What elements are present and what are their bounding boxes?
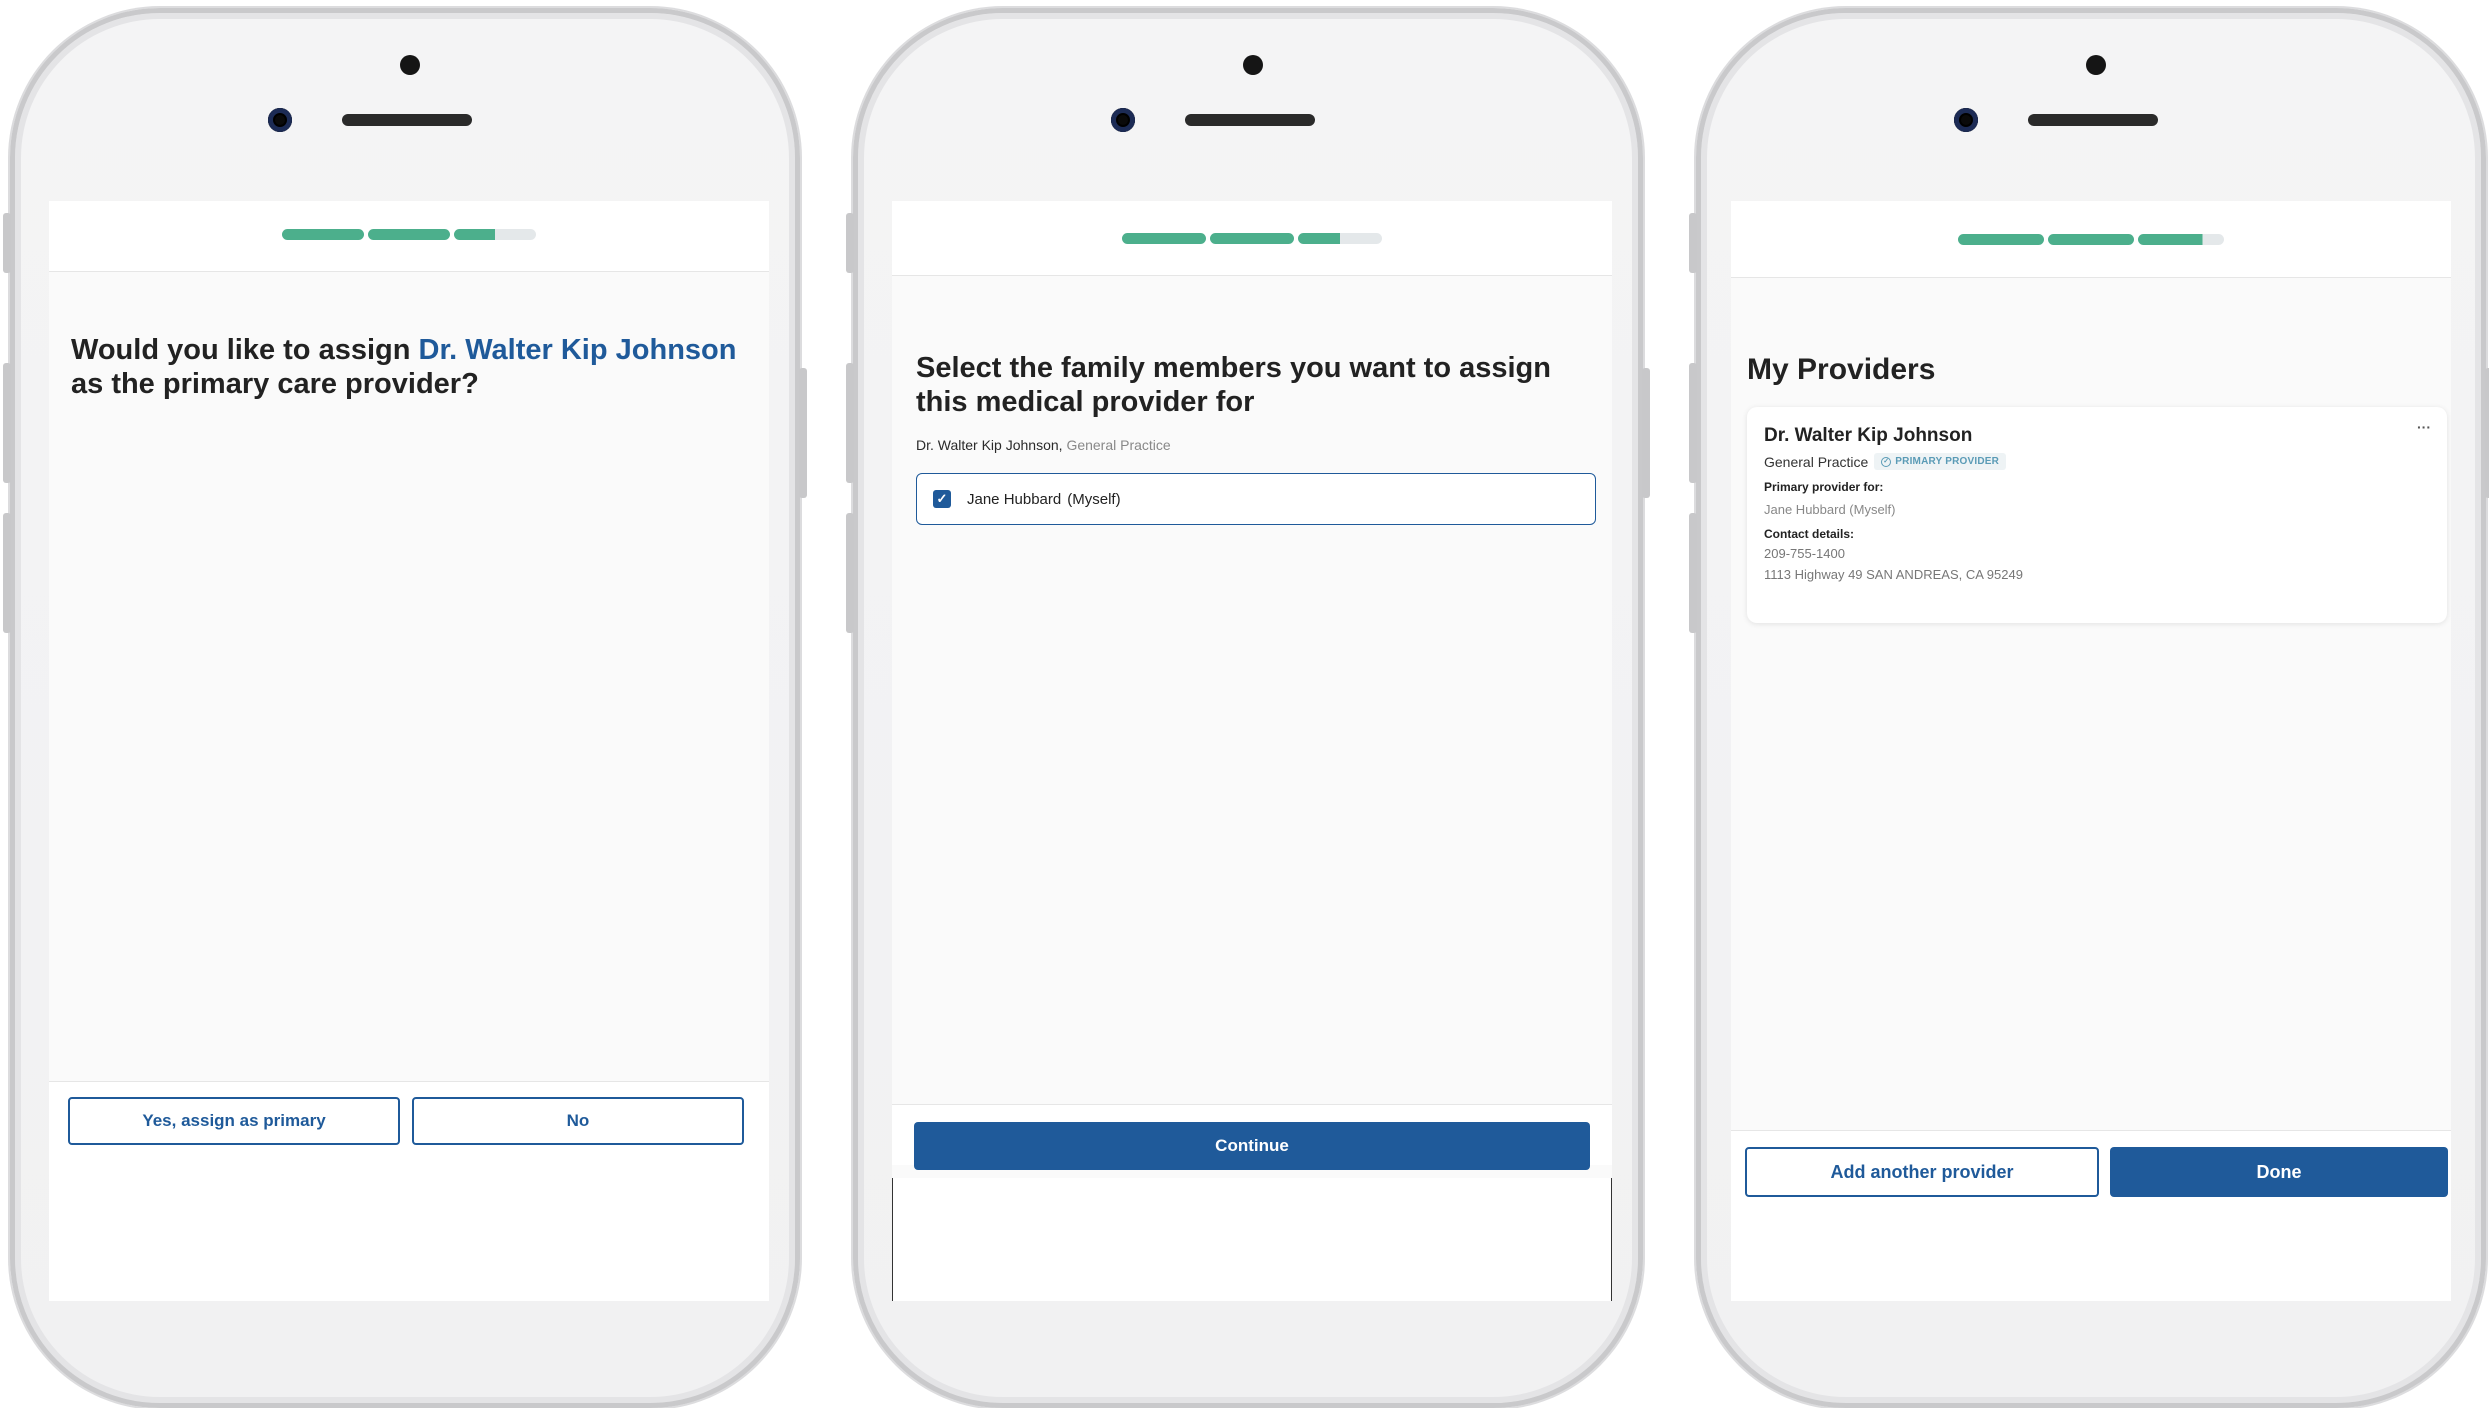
mute-switch <box>1689 213 1697 273</box>
progress-indicator <box>1958 234 2224 245</box>
progress-indicator <box>1122 233 1382 244</box>
power-button <box>799 368 807 498</box>
volume-up-button <box>846 363 854 483</box>
checkbox-checked-icon[interactable]: ✓ <box>933 490 951 508</box>
progress-step-2 <box>2048 234 2134 245</box>
page-title: My Providers <box>1747 353 1936 386</box>
progress-step-2 <box>1210 233 1294 244</box>
provider-specialty: General Practice <box>1764 453 1869 470</box>
contact-phone: 209-755-1400 <box>1764 546 1845 561</box>
proximity-sensor <box>2086 55 2106 75</box>
yes-assign-primary-button[interactable]: Yes, assign as primary <box>68 1097 400 1145</box>
contact-address: 1113 Highway 49 SAN ANDREAS, CA 95249 <box>1764 567 2023 582</box>
provider-name: Dr. Walter Kip Johnson <box>1764 425 1973 446</box>
doctor-name-link: Dr. Walter Kip Johnson <box>418 334 737 366</box>
contact-details-label: Contact details: <box>1764 527 1855 541</box>
progress-step-1 <box>282 229 364 240</box>
progress-step-1 <box>1122 233 1206 244</box>
phone-frame-2: Select the family members you want to as… <box>846 8 1650 1408</box>
provider-specialty-row: General Practice ✓ PRIMARY PROVIDER <box>1764 453 2430 470</box>
question-block: Would you like to assign Dr. Walter Kip … <box>71 333 751 401</box>
footer-area <box>892 1178 1612 1301</box>
page-title: Select the family members you want to as… <box>916 352 1551 418</box>
done-button[interactable]: Done <box>2110 1147 2448 1197</box>
primary-for-value: Jane Hubbard (Myself) <box>1764 502 1896 517</box>
provider-subtitle: Dr. Walter Kip Johnson, General Practice <box>916 437 1171 453</box>
volume-down-button <box>846 513 854 633</box>
proximity-sensor <box>1243 55 1263 75</box>
progress-indicator <box>282 229 536 240</box>
power-button <box>2485 368 2489 498</box>
question-title: Would you like to assign Dr. Walter Kip … <box>71 333 751 401</box>
earpiece-speaker <box>1185 114 1315 126</box>
screen-assign-primary: Would you like to assign Dr. Walter Kip … <box>49 201 769 1301</box>
front-camera-icon <box>1111 108 1135 132</box>
volume-down-button <box>1689 513 1697 633</box>
top-bar <box>49 201 769 272</box>
earpiece-speaker <box>2028 114 2158 126</box>
check-circle-icon: ✓ <box>1881 456 1892 467</box>
provider-card: ··· Dr. Walter Kip Johnson General Pract… <box>1747 407 2447 623</box>
progress-step-3 <box>454 229 536 240</box>
front-camera-icon <box>1954 108 1978 132</box>
front-camera-icon <box>268 108 292 132</box>
phone-frame-3: My Providers ··· Dr. Walter Kip Johnson … <box>1689 8 2489 1408</box>
screen-my-providers: My Providers ··· Dr. Walter Kip Johnson … <box>1731 201 2451 1301</box>
power-button <box>1642 368 1650 498</box>
mute-switch <box>3 213 11 273</box>
primary-for-label: Primary provider for: <box>1764 480 1884 494</box>
screen-select-family: Select the family members you want to as… <box>892 201 1612 1301</box>
phone-frame-1: Would you like to assign Dr. Walter Kip … <box>3 8 807 1408</box>
add-another-provider-button[interactable]: Add another provider <box>1745 1147 2099 1197</box>
continue-button[interactable]: Continue <box>914 1122 1590 1170</box>
more-options-icon[interactable]: ··· <box>2417 419 2431 435</box>
volume-up-button <box>1689 363 1697 483</box>
progress-step-1 <box>1958 234 2044 245</box>
top-bar <box>1731 201 2451 278</box>
mute-switch <box>846 213 854 273</box>
question-prefix: Would you like to assign <box>71 334 411 366</box>
family-member-option[interactable]: ✓ Jane Hubbard (Myself) <box>916 473 1596 525</box>
provider-name: Dr. Walter Kip Johnson, <box>916 437 1063 453</box>
earpiece-speaker <box>342 114 472 126</box>
progress-step-2 <box>368 229 450 240</box>
provider-specialty: General Practice <box>1066 437 1171 453</box>
member-name: Jane Hubbard <box>967 490 1062 508</box>
badge-label: PRIMARY PROVIDER <box>1895 456 2000 467</box>
proximity-sensor <box>400 55 420 75</box>
volume-down-button <box>3 513 11 633</box>
member-relation: (Myself) <box>1067 490 1121 508</box>
progress-step-3 <box>2138 234 2224 245</box>
progress-step-3 <box>1298 233 1382 244</box>
no-button[interactable]: No <box>412 1097 744 1145</box>
primary-provider-badge: ✓ PRIMARY PROVIDER <box>1874 453 2007 470</box>
volume-up-button <box>3 363 11 483</box>
top-bar <box>892 201 1612 276</box>
question-suffix: as the primary care provider? <box>71 368 479 400</box>
